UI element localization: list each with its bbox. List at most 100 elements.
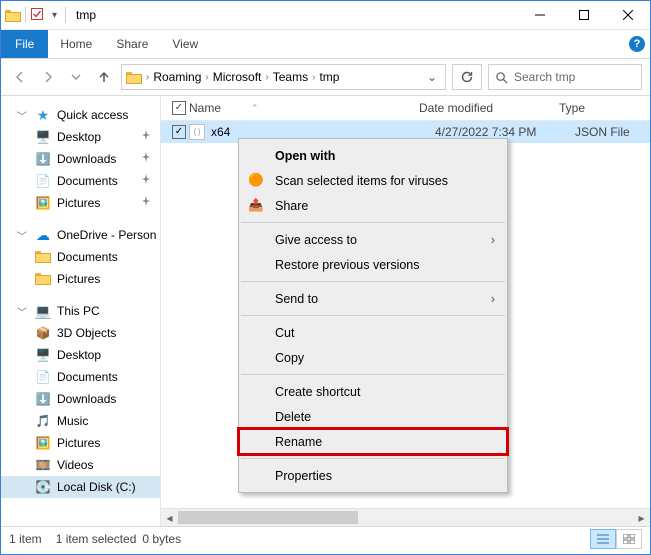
nav-pc-desktop[interactable]: 🖥️Desktop bbox=[1, 344, 160, 366]
nav-label: Quick access bbox=[57, 108, 128, 122]
column-header-type[interactable]: Type bbox=[559, 101, 650, 115]
tab-file[interactable]: File bbox=[1, 30, 48, 58]
column-label: Name bbox=[189, 101, 221, 115]
nav-local-disk[interactable]: 💽Local Disk (C:) bbox=[1, 476, 160, 498]
pin-icon bbox=[141, 196, 152, 210]
ctx-delete[interactable]: Delete bbox=[239, 404, 507, 429]
breadcrumb[interactable]: tmp bbox=[319, 70, 339, 84]
nav-videos[interactable]: 🎞️Videos bbox=[1, 454, 160, 476]
nav-documents[interactable]: 📄Documents bbox=[1, 170, 160, 192]
titlebar: ▾ tmp bbox=[1, 1, 650, 30]
nav-onedrive[interactable]: ﹀☁OneDrive - Person bbox=[1, 224, 160, 246]
help-button[interactable]: ? bbox=[624, 30, 650, 58]
nav-od-documents[interactable]: Documents bbox=[1, 246, 160, 268]
search-box[interactable]: Search tmp bbox=[488, 64, 642, 90]
ctx-label: Cut bbox=[275, 326, 294, 340]
nav-music[interactable]: 🎵Music bbox=[1, 410, 160, 432]
scroll-thumb[interactable] bbox=[178, 511, 358, 524]
nav-label: Pictures bbox=[57, 272, 100, 286]
help-icon: ? bbox=[629, 36, 645, 52]
row-checkbox[interactable]: ✓ bbox=[169, 125, 189, 139]
separator bbox=[65, 7, 66, 23]
ctx-label: Rename bbox=[275, 435, 322, 449]
json-file-icon: { } bbox=[189, 124, 205, 140]
window-title: tmp bbox=[70, 8, 96, 22]
select-all-checkbox[interactable]: ✓ bbox=[169, 101, 189, 115]
nav-pc-documents[interactable]: 📄Documents bbox=[1, 366, 160, 388]
nav-label: Downloads bbox=[57, 392, 116, 406]
nav-pictures[interactable]: 🖼️Pictures bbox=[1, 192, 160, 214]
pin-icon bbox=[141, 152, 152, 166]
ctx-restore-previous[interactable]: Restore previous versions bbox=[239, 252, 507, 277]
nav-quick-access[interactable]: ﹀★Quick access bbox=[1, 104, 160, 126]
separator bbox=[241, 281, 505, 282]
nav-label: Music bbox=[57, 414, 88, 428]
scroll-right-icon[interactable]: ▸ bbox=[633, 509, 650, 526]
status-selected: 1 item selected bbox=[56, 532, 137, 546]
scroll-track[interactable] bbox=[178, 509, 633, 526]
up-button[interactable] bbox=[93, 66, 115, 88]
chevron-right-icon[interactable]: › bbox=[263, 72, 270, 83]
horizontal-scrollbar[interactable]: ◂ ▸ bbox=[161, 508, 650, 526]
large-icons-view-button[interactable] bbox=[616, 529, 642, 549]
ctx-cut[interactable]: Cut bbox=[239, 320, 507, 345]
nav-pc-downloads[interactable]: ⬇️Downloads bbox=[1, 388, 160, 410]
share-icon: 📤 bbox=[247, 197, 265, 215]
nav-downloads[interactable]: ⬇️Downloads bbox=[1, 148, 160, 170]
nav-desktop[interactable]: 🖥️Desktop bbox=[1, 126, 160, 148]
chevron-right-icon[interactable]: › bbox=[203, 72, 210, 83]
nav-label: 3D Objects bbox=[57, 326, 116, 340]
tab-view[interactable]: View bbox=[160, 30, 210, 58]
breadcrumb[interactable]: Microsoft bbox=[213, 70, 262, 84]
maximize-button[interactable] bbox=[562, 1, 606, 29]
refresh-button[interactable] bbox=[452, 64, 482, 90]
nav-label: OneDrive - Person bbox=[57, 228, 156, 242]
ctx-send-to[interactable]: Send to› bbox=[239, 286, 507, 311]
nav-this-pc[interactable]: ﹀💻This PC bbox=[1, 300, 160, 322]
nav-pc-pictures[interactable]: 🖼️Pictures bbox=[1, 432, 160, 454]
back-button[interactable] bbox=[9, 66, 31, 88]
tab-home[interactable]: Home bbox=[48, 30, 104, 58]
minimize-button[interactable] bbox=[518, 1, 562, 29]
antivirus-icon: 🟠 bbox=[247, 172, 265, 190]
forward-button[interactable] bbox=[37, 66, 59, 88]
breadcrumb[interactable]: Teams bbox=[273, 70, 308, 84]
ctx-share[interactable]: 📤Share bbox=[239, 193, 507, 218]
ctx-scan-viruses[interactable]: 🟠Scan selected items for viruses bbox=[239, 168, 507, 193]
tab-share[interactable]: Share bbox=[104, 30, 160, 58]
nav-3d-objects[interactable]: 📦3D Objects bbox=[1, 322, 160, 344]
address-dropdown-icon[interactable]: ⌄ bbox=[423, 70, 441, 84]
ctx-label: Delete bbox=[275, 410, 311, 424]
file-type: JSON File bbox=[575, 125, 650, 139]
nav-label: Documents bbox=[57, 370, 118, 384]
view-switcher bbox=[590, 529, 642, 549]
qat-dropdown-icon[interactable]: ▾ bbox=[48, 10, 61, 21]
chevron-right-icon[interactable]: › bbox=[310, 72, 317, 83]
nav-label: Documents bbox=[57, 174, 118, 188]
details-view-button[interactable] bbox=[590, 529, 616, 549]
properties-qat-icon[interactable] bbox=[30, 7, 44, 24]
close-button[interactable] bbox=[606, 1, 650, 29]
folder-icon bbox=[126, 70, 142, 84]
pc-icon: 💻 bbox=[35, 303, 51, 319]
recent-locations-button[interactable] bbox=[65, 66, 87, 88]
address-bar[interactable]: › Roaming › Microsoft › Teams › tmp ⌄ bbox=[121, 64, 446, 90]
desktop-icon: 🖥️ bbox=[35, 347, 51, 363]
ctx-create-shortcut[interactable]: Create shortcut bbox=[239, 379, 507, 404]
ctx-label: Properties bbox=[275, 469, 332, 483]
breadcrumb[interactable]: Roaming bbox=[153, 70, 201, 84]
ctx-properties[interactable]: Properties bbox=[239, 463, 507, 488]
explorer-window: ▾ tmp File Home Share View ? › Roaming ›… bbox=[0, 0, 651, 555]
ctx-open-with[interactable]: Open with bbox=[239, 143, 507, 168]
ctx-copy[interactable]: Copy bbox=[239, 345, 507, 370]
sort-arrow-icon: ⌃ bbox=[251, 103, 259, 114]
nav-od-pictures[interactable]: Pictures bbox=[1, 268, 160, 290]
ctx-give-access[interactable]: Give access to› bbox=[239, 227, 507, 252]
chevron-right-icon[interactable]: › bbox=[144, 72, 151, 83]
pin-icon bbox=[141, 174, 152, 188]
scroll-left-icon[interactable]: ◂ bbox=[161, 509, 178, 526]
column-header-name[interactable]: Name ⌃ bbox=[189, 101, 419, 115]
ctx-rename[interactable]: Rename bbox=[239, 429, 507, 454]
column-header-date[interactable]: Date modified bbox=[419, 101, 559, 115]
nav-label: Pictures bbox=[57, 196, 100, 210]
